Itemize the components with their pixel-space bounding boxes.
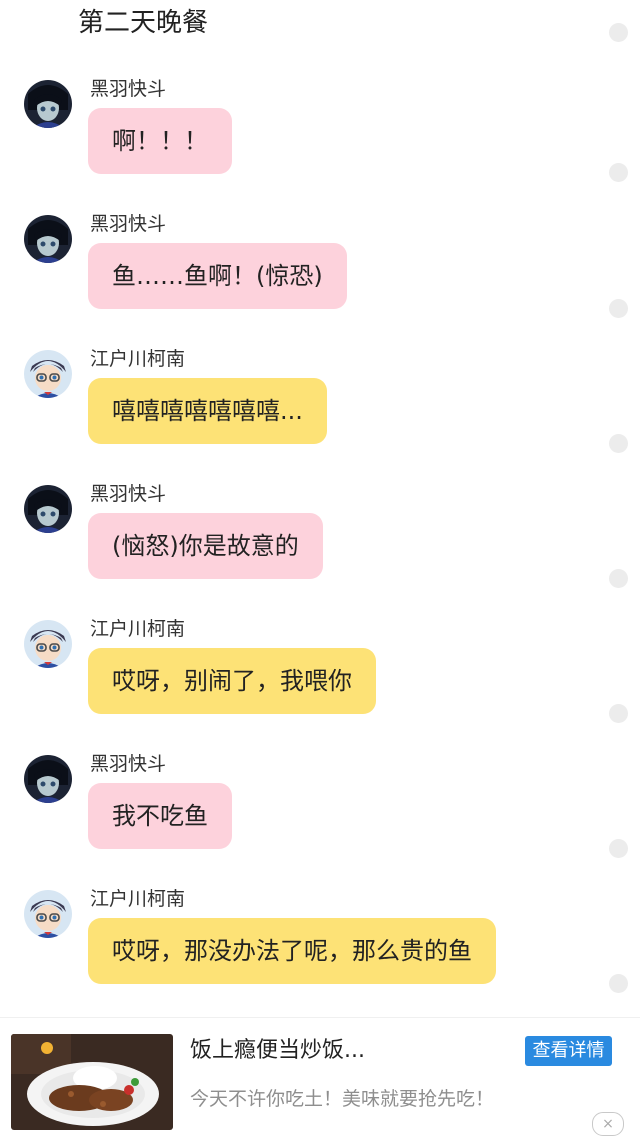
chat-message: 黑羽快斗 鱼……鱼啊！(惊恐) <box>0 213 640 323</box>
ad-title[interactable]: 饭上瘾便当炒饭... <box>190 1036 365 1066</box>
sender-name: 江户川柯南 <box>90 888 186 910</box>
chat-message: 江户川柯南 嘻嘻嘻嘻嘻嘻嘻... <box>0 348 640 458</box>
scroll-dot-icon <box>609 974 628 993</box>
ad-banner[interactable]: 饭上瘾便当炒饭... 今天不许你吃土！美味就要抢先吃！ 查看详情 × <box>0 1017 640 1139</box>
scroll-dot-icon <box>609 569 628 588</box>
scroll-dot-icon <box>609 704 628 723</box>
chat-message: 江户川柯南 哎呀，别闹了，我喂你 <box>0 618 640 728</box>
chat-message: 江户川柯南 哎呀，那没办法了呢，那么贵的鱼 <box>0 888 640 998</box>
chat-message: 黑羽快斗 (恼怒)你是故意的 <box>0 483 640 593</box>
ad-description: 今天不许你吃土！美味就要抢先吃！ <box>190 1088 495 1110</box>
scroll-dot-icon <box>609 299 628 318</box>
scroll-dot-icon <box>609 163 628 182</box>
sender-name: 黑羽快斗 <box>90 78 167 100</box>
scroll-dot-icon <box>609 23 628 42</box>
conan-avatar-icon[interactable] <box>24 890 72 938</box>
fried-rice-image[interactable] <box>11 1034 173 1130</box>
conan-avatar-icon[interactable] <box>24 620 72 668</box>
message-bubble[interactable]: (恼怒)你是故意的 <box>88 513 323 579</box>
close-icon[interactable]: × <box>592 1112 624 1136</box>
sender-name: 江户川柯南 <box>90 618 186 640</box>
section-title: 第二天晚餐 <box>78 8 209 38</box>
message-bubble[interactable]: 嘻嘻嘻嘻嘻嘻嘻... <box>88 378 327 444</box>
kaito-avatar-icon[interactable] <box>24 80 72 128</box>
sender-name: 黑羽快斗 <box>90 753 167 775</box>
message-bubble[interactable]: 哎呀，别闹了，我喂你 <box>88 648 376 714</box>
kaito-avatar-icon[interactable] <box>24 215 72 263</box>
message-bubble[interactable]: 啊！！！ <box>88 108 232 174</box>
view-details-button[interactable]: 查看详情 <box>525 1036 612 1066</box>
message-bubble[interactable]: 哎呀，那没办法了呢，那么贵的鱼 <box>88 918 496 984</box>
conan-avatar-icon[interactable] <box>24 350 72 398</box>
sender-name: 江户川柯南 <box>90 348 186 370</box>
message-bubble[interactable]: 我不吃鱼 <box>88 783 232 849</box>
scroll-dot-icon <box>609 434 628 453</box>
sender-name: 黑羽快斗 <box>90 483 167 505</box>
scroll-dot-icon <box>609 839 628 858</box>
chat-message: 黑羽快斗 我不吃鱼 <box>0 753 640 863</box>
message-bubble[interactable]: 鱼……鱼啊！(惊恐) <box>88 243 347 309</box>
kaito-avatar-icon[interactable] <box>24 755 72 803</box>
kaito-avatar-icon[interactable] <box>24 485 72 533</box>
sender-name: 黑羽快斗 <box>90 213 167 235</box>
chat-message: 黑羽快斗 啊！！！ <box>0 78 640 188</box>
